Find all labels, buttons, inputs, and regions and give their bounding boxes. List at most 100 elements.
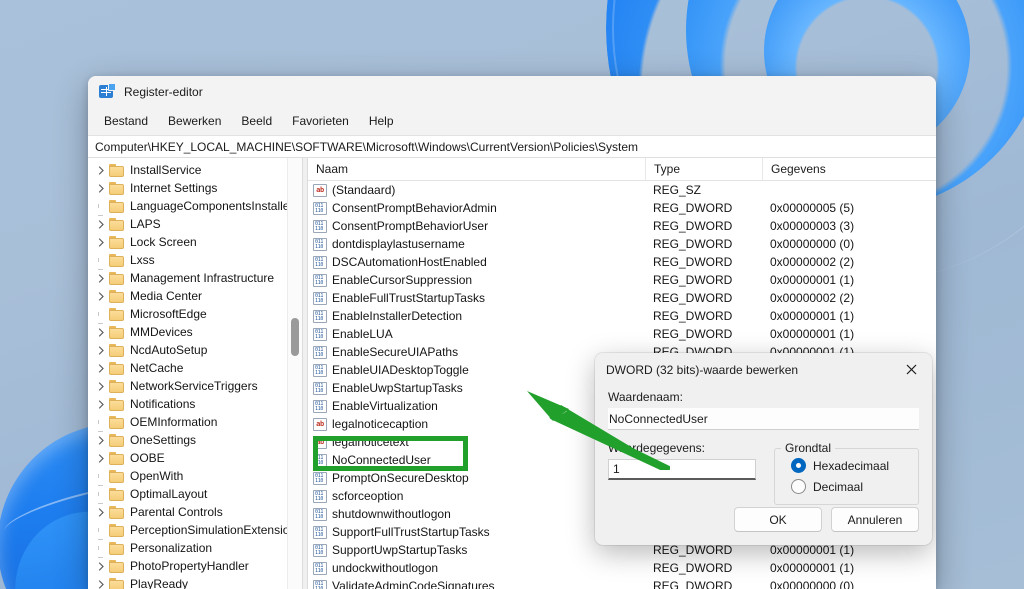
value-name-label: EnableLUA (332, 327, 393, 341)
tree-item[interactable]: Personalization (88, 539, 302, 558)
menu-item-bestand[interactable]: Bestand (94, 111, 158, 131)
dword-value-icon: 011 110 (313, 291, 327, 305)
base-group-label: Grondtal (781, 441, 836, 455)
folder-icon (109, 343, 125, 357)
menu-item-bewerken[interactable]: Bewerken (158, 111, 231, 131)
chevron-right-icon[interactable] (94, 381, 109, 391)
tree-item-label: PerceptionSimulationExtension (130, 523, 297, 537)
tree-scrollbar-thumb[interactable] (291, 318, 299, 356)
value-name-cell: ab (Standaard) (308, 183, 645, 197)
tree-scrollbar[interactable] (287, 158, 302, 589)
value-row[interactable]: 011 110 EnableCursorSuppression REG_DWORD 0x… (308, 271, 936, 289)
registry-tree-pane[interactable]: InstallService Internet Settings LanguageC… (88, 158, 302, 589)
value-row[interactable]: 011 110 ConsentPromptBehaviorAdmin REG_DWOR… (308, 199, 936, 217)
tree-item[interactable]: InstallService (88, 161, 302, 179)
tree-item-label: OOBE (130, 451, 165, 465)
tree-item[interactable]: Internet Settings (88, 179, 302, 197)
registry-editor-window: Register-editor Bestand Bewerken Beeld F… (88, 76, 936, 589)
tree-item[interactable]: PlayReady (88, 575, 302, 589)
column-header-data[interactable]: Gegevens (762, 158, 936, 180)
radio-hexadecimal-icon[interactable] (791, 458, 806, 473)
chevron-right-icon[interactable] (94, 579, 109, 589)
tree-item-label: Media Center (130, 289, 203, 303)
tree-item[interactable]: OEMInformation (88, 413, 302, 432)
tree-item-label: PhotoPropertyHandler (130, 559, 249, 573)
menu-item-favorieten[interactable]: Favorieten (282, 111, 359, 131)
chevron-right-icon[interactable] (94, 273, 109, 283)
value-data-cell: 0x00000001 (1) (770, 309, 855, 323)
value-row[interactable]: 011 110 undockwithoutlogon REG_DWORD 0x00000… (308, 559, 936, 577)
chevron-right-icon[interactable] (94, 327, 109, 337)
tree-item[interactable]: LAPS (88, 215, 302, 233)
tree-item-label: LAPS (130, 217, 161, 231)
chevron-right-icon[interactable] (94, 453, 109, 463)
radio-decimal-label: Decimaal (813, 479, 864, 494)
tree-item-label: OEMInformation (130, 415, 218, 429)
tree-item[interactable]: NetCache (88, 359, 302, 377)
value-row[interactable]: 011 110 EnableInstallerDetection REG_DWORD 0… (308, 307, 936, 325)
tree-item[interactable]: OpenWith (88, 467, 302, 486)
chevron-right-icon[interactable] (94, 435, 109, 445)
value-row[interactable]: 011 110 dontdisplaylastusername REG_DWORD 0x… (308, 235, 936, 253)
chevron-right-icon[interactable] (94, 219, 109, 229)
string-value-icon: ab (313, 417, 327, 431)
tree-item[interactable]: OneSettings (88, 431, 302, 449)
cancel-button[interactable]: Annuleren (831, 507, 919, 532)
tree-item-label: NcdAutoSetup (130, 343, 208, 357)
tree-item[interactable]: Lock Screen (88, 233, 302, 251)
dword-value-icon: 011 110 (313, 345, 327, 359)
value-type-cell: REG_DWORD (653, 201, 733, 215)
folder-icon (109, 163, 125, 177)
tree-item-label: LanguageComponentsInstaller (130, 199, 294, 213)
menu-item-help[interactable]: Help (359, 111, 404, 131)
tree-item[interactable]: Lxss (88, 251, 302, 270)
tree-item[interactable]: LanguageComponentsInstaller (88, 197, 302, 216)
valuename-input[interactable]: NoConnectedUser (608, 408, 919, 430)
chevron-right-icon[interactable] (94, 183, 109, 193)
valuedata-input[interactable]: 1 (608, 459, 756, 480)
value-row[interactable]: 011 110 DSCAutomationHostEnabled REG_DWORD 0… (308, 253, 936, 271)
tree-item[interactable]: Media Center (88, 287, 302, 305)
menu-item-beeld[interactable]: Beeld (231, 111, 282, 131)
chevron-right-icon[interactable] (94, 291, 109, 301)
tree-item[interactable]: NetworkServiceTriggers (88, 377, 302, 395)
value-row[interactable]: 011 110 ConsentPromptBehaviorUser REG_DWORD… (308, 217, 936, 235)
value-row[interactable]: 011 110 EnableLUA REG_DWORD 0x00000001 (1) (308, 325, 936, 343)
value-name-label: SupportUwpStartupTasks (332, 543, 468, 557)
column-header-type[interactable]: Type (645, 158, 762, 180)
tree-item[interactable]: PerceptionSimulationExtension (88, 521, 302, 540)
folder-icon (109, 415, 125, 429)
tree-item[interactable]: Management Infrastructure (88, 269, 302, 287)
chevron-right-icon[interactable] (94, 399, 109, 409)
close-icon[interactable] (892, 356, 930, 384)
tree-item[interactable]: NcdAutoSetup (88, 341, 302, 359)
tree-item[interactable]: MMDevices (88, 323, 302, 341)
dword-value-icon: 011 110 (313, 399, 327, 413)
tree-item[interactable]: OptimalLayout (88, 485, 302, 504)
chevron-right-icon[interactable] (94, 237, 109, 247)
chevron-right-icon[interactable] (94, 561, 109, 571)
radio-hexadecimal[interactable]: Hexadecimaal (783, 455, 910, 476)
tree-item[interactable]: OOBE (88, 449, 302, 467)
chevron-right-icon[interactable] (94, 165, 109, 175)
tree-item[interactable]: Notifications (88, 395, 302, 413)
dword-value-icon: 011 110 (313, 219, 327, 233)
chevron-right-icon[interactable] (94, 345, 109, 355)
chevron-right-icon[interactable] (94, 363, 109, 373)
column-header-name[interactable]: Naam (308, 158, 645, 180)
value-row[interactable]: 011 110 EnableFullTrustStartupTasks REG_DWO… (308, 289, 936, 307)
tree-item[interactable]: PhotoPropertyHandler (88, 557, 302, 575)
tree-item[interactable]: Parental Controls (88, 503, 302, 521)
value-type-cell: REG_SZ (653, 183, 702, 197)
ok-button[interactable]: OK (734, 507, 822, 532)
window-titlebar[interactable]: Register-editor (88, 76, 936, 107)
tree-item[interactable]: MicrosoftEdge (88, 305, 302, 324)
radio-decimal[interactable]: Decimaal (783, 476, 910, 497)
chevron-right-icon[interactable] (94, 507, 109, 517)
value-row[interactable]: ab (Standaard) REG_SZ (308, 181, 936, 199)
address-bar[interactable]: Computer\HKEY_LOCAL_MACHINE\SOFTWARE\Mic… (88, 136, 936, 158)
tree-item-label: NetCache (130, 361, 184, 375)
radio-decimal-icon[interactable] (791, 479, 806, 494)
value-row[interactable]: 011 110 ValidateAdminCodeSignatures REG_DWO… (308, 577, 936, 589)
dialog-titlebar[interactable]: DWORD (32 bits)-waarde bewerken (595, 353, 932, 386)
